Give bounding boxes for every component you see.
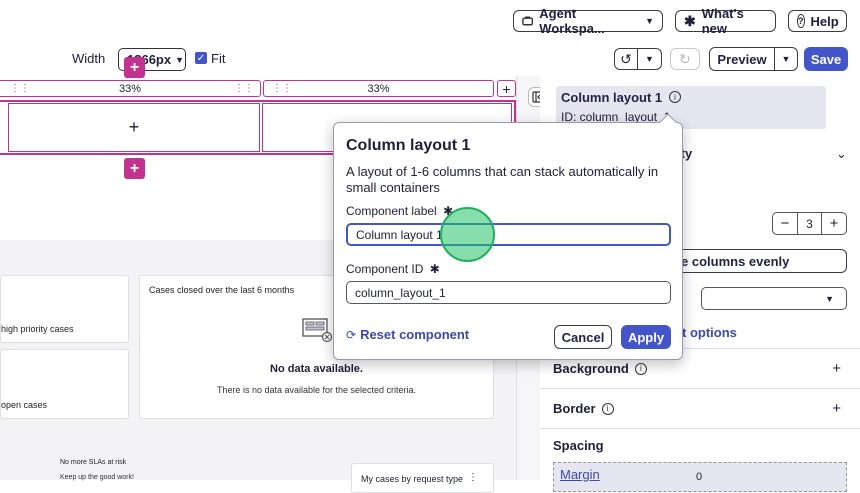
- columns-count: 3: [806, 216, 813, 231]
- help-button[interactable]: ? Help: [788, 10, 847, 32]
- kpi-card-high-priority[interactable]: high priority cases: [0, 275, 129, 343]
- preview-menu-button[interactable]: ▼: [774, 47, 798, 71]
- section-label: Border: [553, 401, 596, 416]
- add-column-button[interactable]: +: [497, 80, 516, 97]
- column-2-width: 33%: [367, 82, 390, 95]
- component-id-input[interactable]: column_layout_1: [346, 281, 671, 304]
- column-1-width-handle[interactable]: ⋮⋮ 33% ⋮⋮: [0, 80, 261, 97]
- chart-card-request-type[interactable]: My cases by request type ⋮: [351, 463, 494, 493]
- component-id-caption: Component ID ✱: [346, 262, 440, 276]
- undo-button[interactable]: ↺: [614, 48, 638, 70]
- workspace-icon: [522, 16, 534, 26]
- alignment-select[interactable]: ▼: [701, 287, 847, 310]
- component-label-input[interactable]: Column layout 1: [346, 223, 671, 246]
- component-title: Column layout 1: [561, 90, 663, 105]
- spacing-section: Spacing: [541, 428, 860, 462]
- no-data-subtitle: There is no data available for the selec…: [216, 385, 417, 395]
- info-icon: i: [601, 402, 614, 415]
- columns-stepper[interactable]: − 3 +: [772, 212, 847, 235]
- popover-description: A layout of 1-6 columns that can stack a…: [346, 164, 659, 195]
- apply-button[interactable]: Apply: [621, 325, 671, 349]
- more-icon[interactable]: ⋮: [468, 472, 478, 483]
- plus-icon: +: [128, 117, 140, 137]
- workspace-selector[interactable]: Agent Workspa... ▼: [513, 6, 663, 36]
- redo-button[interactable]: ↻: [670, 48, 700, 70]
- plus-icon: +: [129, 58, 140, 76]
- pointer-highlight: [440, 207, 495, 262]
- drag-handle-icon: ⋮⋮: [272, 83, 292, 94]
- no-data-title: No data available.: [270, 363, 363, 375]
- kpi-card-label: open cases: [1, 400, 48, 410]
- decrement-button[interactable]: −: [773, 213, 798, 234]
- margin-box[interactable]: Margin 0: [553, 462, 847, 492]
- kpi-card-label: high priority cases: [1, 324, 74, 334]
- drag-handle-icon: ⋮⋮: [234, 83, 254, 94]
- column-2-width-handle[interactable]: ⋮⋮ 33%: [263, 80, 494, 97]
- empty-chart-icon: [302, 318, 332, 343]
- chevron-down-icon: ▼: [825, 293, 834, 304]
- spacing-label: Spacing: [553, 438, 604, 453]
- plus-icon: +: [502, 80, 511, 97]
- chart-card-title: Cases closed over the last 6 months: [149, 285, 295, 295]
- redo-icon: ↻: [679, 50, 691, 67]
- sparkle-icon: ✱: [684, 12, 696, 29]
- width-label: Width: [72, 51, 106, 66]
- whats-new-button[interactable]: ✱ What's new: [675, 6, 776, 36]
- component-popover: Column layout 1 A layout of 1-6 columns …: [333, 122, 683, 360]
- slas-title: No more SLAs at risk: [60, 459, 127, 466]
- plus-icon: +: [129, 159, 140, 177]
- workspace-label: Agent Workspa...: [539, 6, 605, 36]
- chevron-down-icon: ▼: [781, 54, 791, 64]
- undo-icon: ↺: [620, 50, 632, 67]
- info-icon: i: [634, 362, 647, 375]
- margin-value: 0: [696, 471, 703, 483]
- kpi-card-open-cases[interactable]: open cases: [0, 349, 129, 419]
- help-icon: ?: [797, 14, 805, 28]
- refresh-icon: ⟳: [346, 327, 357, 342]
- fit-label: Fit: [211, 51, 226, 66]
- chevron-down-icon: ▼: [645, 54, 654, 64]
- save-button[interactable]: Save: [804, 47, 848, 71]
- chevron-down-icon: ▼: [175, 54, 185, 65]
- column-1-width: 33%: [118, 82, 142, 95]
- undo-menu-button[interactable]: ▼: [637, 48, 662, 70]
- popover-title: Column layout 1: [346, 137, 471, 154]
- section-label: Background: [553, 361, 629, 376]
- more-options-link[interactable]: t options: [682, 325, 737, 340]
- fit-checkbox[interactable]: ✓: [195, 52, 207, 64]
- reset-component-link[interactable]: ⟳ Reset component: [346, 327, 469, 342]
- preview-button[interactable]: Preview: [709, 47, 775, 71]
- border-section[interactable]: Border i +: [541, 388, 860, 428]
- column-1-drop-zone[interactable]: +: [8, 103, 260, 152]
- help-label: Help: [810, 13, 839, 29]
- expand-plus-icon[interactable]: +: [832, 400, 841, 417]
- add-row-below-button[interactable]: +: [124, 158, 145, 179]
- increment-button[interactable]: +: [821, 213, 846, 234]
- cancel-button[interactable]: Cancel: [554, 325, 612, 349]
- chevron-down-icon[interactable]: ⌄: [836, 146, 847, 162]
- add-row-above-button[interactable]: +: [124, 57, 145, 78]
- component-label-caption: Component label ✱: [346, 204, 454, 218]
- info-icon[interactable]: i: [669, 91, 681, 103]
- whats-new-label: What's new: [701, 6, 744, 36]
- required-icon: ✱: [429, 262, 440, 276]
- reset-label: Reset component: [360, 327, 470, 342]
- chevron-down-icon: ▼: [645, 16, 654, 26]
- chart-card-title: My cases by request type: [361, 474, 464, 484]
- expand-plus-icon[interactable]: +: [832, 360, 841, 377]
- drag-handle-icon: ⋮⋮: [10, 83, 30, 94]
